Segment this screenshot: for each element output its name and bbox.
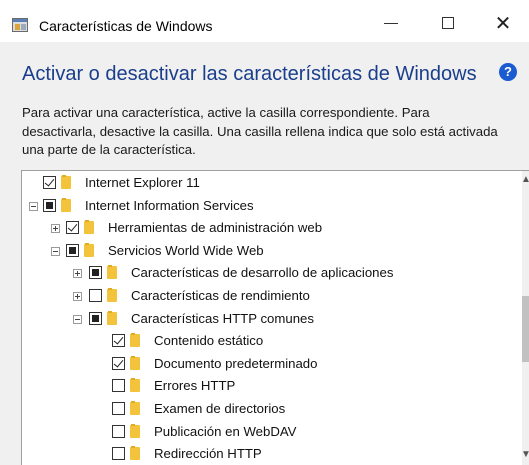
folder-icon bbox=[84, 242, 94, 257]
tree-item-label: Características de rendimiento bbox=[131, 288, 310, 303]
help-icon[interactable]: ? bbox=[499, 63, 517, 81]
tree-item[interactable]: Herramientas de administración web bbox=[22, 219, 517, 239]
tree-item[interactable]: Características de rendimiento bbox=[22, 287, 517, 307]
scroll-up-icon[interactable]: ▲ bbox=[520, 174, 529, 188]
minimize-button[interactable] bbox=[368, 8, 414, 38]
tree-item-label: Herramientas de administración web bbox=[108, 220, 323, 236]
tree-item[interactable]: Documento predeterminado bbox=[22, 355, 517, 375]
tree-item-label: Características de desarrollo de aplicac… bbox=[131, 265, 394, 281]
description-text: Para activar una característica, active … bbox=[22, 105, 498, 157]
folder-icon bbox=[130, 333, 140, 348]
feature-checkbox[interactable] bbox=[112, 334, 125, 348]
tree-item-label: Errores HTTP bbox=[154, 378, 236, 394]
tree-item-label: Contenido estático bbox=[154, 333, 264, 349]
feature-checkbox[interactable] bbox=[66, 221, 79, 235]
maximize-icon bbox=[442, 17, 454, 29]
maximize-button[interactable] bbox=[425, 8, 471, 38]
tree-item[interactable]: Redirección HTTP bbox=[22, 445, 517, 465]
folder-icon bbox=[107, 310, 117, 325]
feature-checkbox[interactable] bbox=[89, 289, 102, 302]
tree-item[interactable]: Características de desarrollo de aplicac… bbox=[22, 264, 517, 284]
tree-item-label: Publicación en WebDAV bbox=[154, 423, 297, 439]
features-tree: Internet Explorer 11 Internet Information… bbox=[21, 170, 529, 465]
scroll-thumb[interactable] bbox=[522, 296, 529, 362]
tree-item-label: Examen de directorios bbox=[154, 401, 286, 416]
feature-checkbox[interactable] bbox=[112, 379, 125, 393]
feature-checkbox[interactable] bbox=[112, 447, 125, 461]
expand-icon[interactable] bbox=[51, 224, 60, 234]
folder-icon bbox=[61, 175, 71, 189]
feature-checkbox[interactable] bbox=[89, 311, 102, 325]
page-title: Activar o desactivar las características… bbox=[22, 63, 477, 85]
feature-checkbox[interactable] bbox=[66, 243, 79, 257]
folder-icon bbox=[107, 265, 117, 280]
folder-icon bbox=[107, 288, 117, 302]
tree-item-label: Redirección HTTP bbox=[154, 446, 262, 462]
folder-icon bbox=[61, 197, 71, 212]
collapse-icon[interactable] bbox=[73, 314, 82, 324]
feature-checkbox[interactable] bbox=[112, 424, 125, 438]
scroll-down-icon[interactable]: ▼ bbox=[520, 449, 529, 463]
tree-item[interactable]: Errores HTTP bbox=[22, 377, 517, 397]
tree-item[interactable]: Examen de directorios bbox=[22, 400, 517, 420]
vertical-scrollbar[interactable]: ▲ ▼ bbox=[520, 171, 529, 465]
minimize-icon bbox=[384, 22, 398, 24]
feature-checkbox[interactable] bbox=[112, 356, 125, 370]
folder-icon bbox=[130, 378, 140, 393]
collapse-icon[interactable] bbox=[29, 201, 38, 211]
folder-icon bbox=[84, 220, 94, 235]
tree-item-label: Características HTTP comunes bbox=[131, 310, 314, 326]
folder-icon bbox=[130, 355, 140, 370]
feature-checkbox[interactable] bbox=[112, 402, 125, 415]
feature-checkbox[interactable] bbox=[43, 176, 56, 189]
expand-icon[interactable] bbox=[73, 269, 82, 279]
folder-icon bbox=[130, 446, 140, 461]
tree-item[interactable]: Internet Explorer 11 bbox=[22, 174, 517, 194]
close-button[interactable]: ✕ bbox=[480, 8, 526, 38]
collapse-icon[interactable] bbox=[51, 246, 60, 256]
tree-item[interactable]: Publicación en WebDAV bbox=[22, 423, 517, 443]
tree-item[interactable]: Internet Information Services bbox=[22, 197, 517, 217]
tree-item-label: Servicios World Wide Web bbox=[108, 242, 264, 258]
close-icon: ✕ bbox=[494, 12, 512, 35]
title-bar: Características de Windows ✕ bbox=[0, 0, 529, 42]
folder-icon bbox=[130, 401, 140, 415]
feature-checkbox[interactable] bbox=[43, 198, 56, 212]
tree-item[interactable]: Contenido estático bbox=[22, 332, 517, 352]
tree-item[interactable]: Servicios World Wide Web bbox=[22, 242, 517, 262]
tree-item-label: Documento predeterminado bbox=[154, 355, 318, 371]
tree-item-label: Internet Explorer 11 bbox=[85, 175, 200, 190]
folder-icon bbox=[130, 423, 140, 438]
tree-item-label: Internet Information Services bbox=[85, 197, 254, 213]
tree-item[interactable]: Características HTTP comunes bbox=[22, 310, 517, 330]
windows-features-icon bbox=[12, 18, 28, 32]
window-title: Características de Windows bbox=[39, 18, 213, 34]
expand-icon[interactable] bbox=[73, 292, 82, 301]
feature-checkbox[interactable] bbox=[89, 266, 102, 280]
